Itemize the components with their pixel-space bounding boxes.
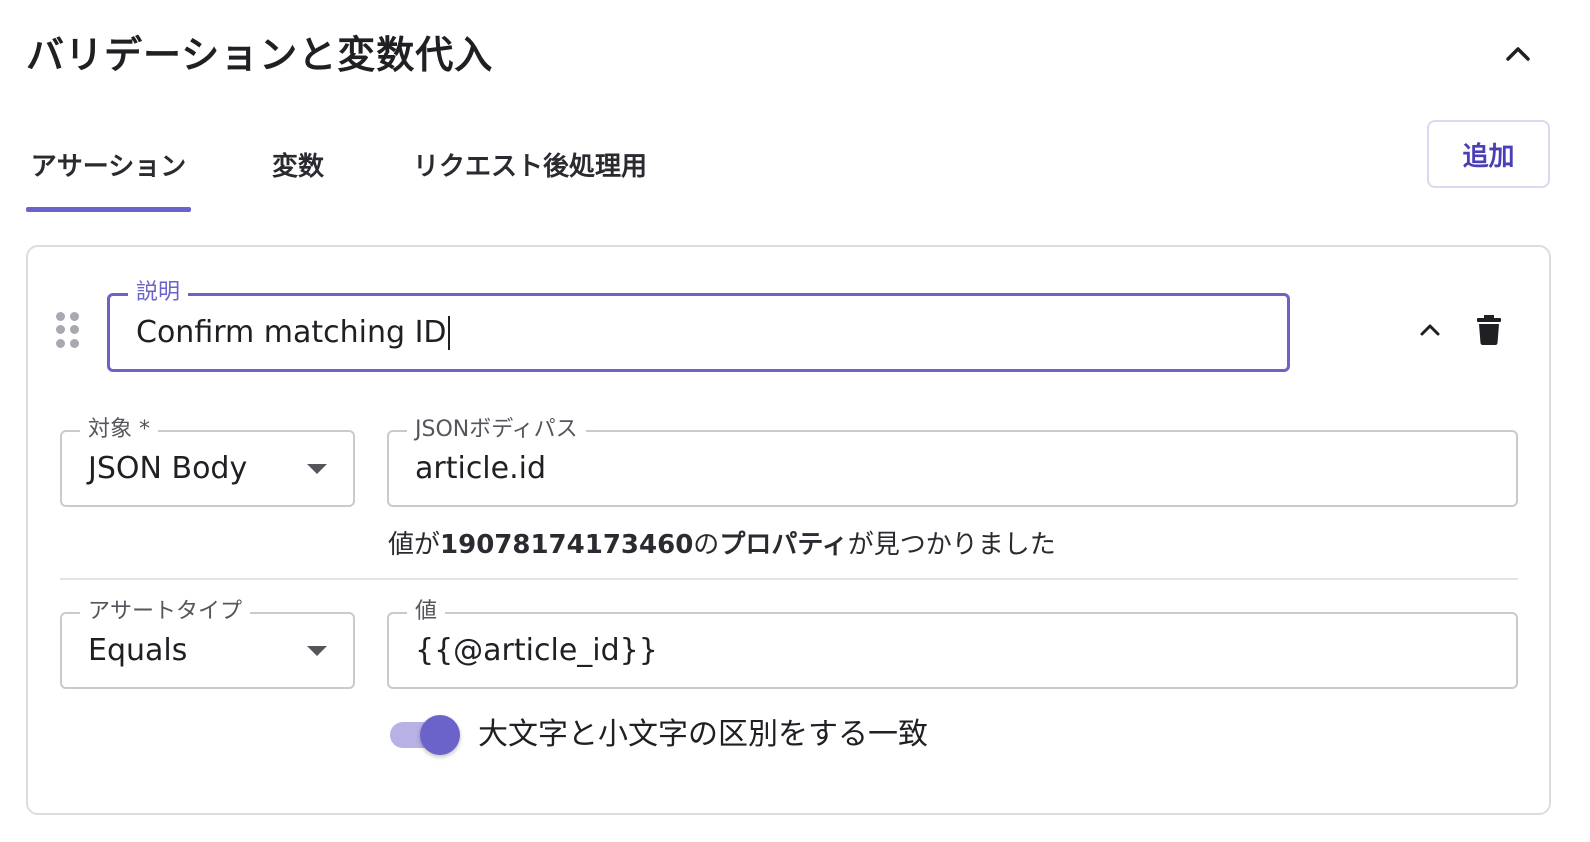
tab-variables[interactable]: 変数	[269, 140, 327, 212]
dropdown-arrow-icon	[307, 463, 327, 474]
json-path-helper-text: 値が19078174173460のプロパティが見つかりました	[388, 530, 1056, 560]
text-caret	[447, 315, 450, 350]
case-sensitive-toggle[interactable]	[388, 712, 464, 758]
description-value: Confirm matching ID	[136, 315, 447, 350]
description-field[interactable]: 説明 Confirm matching ID	[107, 279, 1290, 372]
collapse-assertion-button[interactable]	[1412, 312, 1448, 348]
divider	[60, 578, 1518, 580]
target-value: JSON Body	[88, 451, 248, 486]
description-input[interactable]: Confirm matching ID	[136, 296, 450, 369]
case-sensitive-label: 大文字と小文字の区別をする一致	[478, 717, 928, 752]
assert-type-value: Equals	[88, 633, 188, 668]
json-path-input[interactable]: article.id	[415, 432, 546, 505]
add-button[interactable]: 追加	[1427, 120, 1550, 188]
expected-value-input[interactable]: {{@article_id}}	[415, 614, 658, 687]
drag-handle-icon[interactable]	[56, 312, 80, 348]
assert-type-select[interactable]: アサートタイプ Equals	[60, 598, 355, 689]
collapse-section-button[interactable]	[1500, 36, 1536, 72]
target-select[interactable]: 対象 * JSON Body	[60, 416, 355, 507]
trash-icon	[1477, 315, 1501, 345]
json-path-field[interactable]: JSONボディパス article.id	[387, 416, 1518, 507]
delete-assertion-button[interactable]	[1470, 310, 1508, 350]
chevron-up-icon	[1420, 324, 1440, 336]
chevron-up-icon	[1506, 47, 1530, 61]
tab-assertion[interactable]: アサーション	[26, 140, 191, 212]
toggle-thumb	[420, 715, 460, 755]
expected-value-field[interactable]: 値 {{@article_id}}	[387, 598, 1518, 689]
section-title: バリデーションと変数代入	[26, 33, 494, 77]
tab-post-request[interactable]: リクエスト後処理用	[406, 140, 654, 212]
dropdown-arrow-icon	[307, 645, 327, 656]
